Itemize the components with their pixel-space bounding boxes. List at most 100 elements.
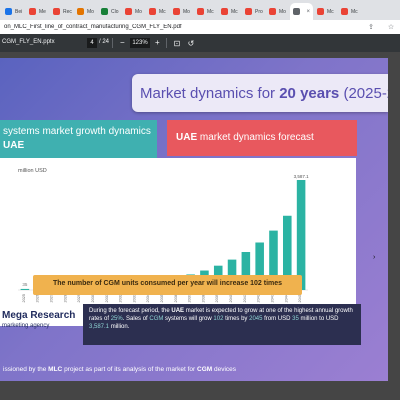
chart-data-label-first: 35	[22, 282, 28, 287]
browser-tab[interactable]: Mc×	[146, 3, 169, 20]
tab-label: Mc	[159, 8, 166, 15]
chart-tick-label: 2033	[132, 294, 136, 302]
tab-favicon-icon	[101, 8, 108, 15]
browser-tab[interactable]: Mc×	[218, 3, 241, 20]
chart-tick-label: 2025	[22, 294, 26, 302]
tab-favicon-icon	[317, 8, 324, 15]
zoom-input[interactable]: 123%	[130, 38, 150, 48]
tab-label: Mc	[231, 8, 238, 15]
chart-data-label-last: 3,587.1	[294, 174, 310, 179]
chart-tick-label: 2031	[105, 294, 109, 302]
chart-tick-label: 2027	[50, 294, 54, 302]
slide-page: Market dynamics for 20 years (2025-20 sy…	[0, 58, 388, 381]
address-bar[interactable]: on_MLC_First_line_of_contract_manufactur…	[0, 20, 400, 34]
chart-tick-label: 2043	[270, 294, 274, 302]
units-growth-banner-text: The number of CGM units consumed per yea…	[52, 280, 283, 287]
browser-tab[interactable]: Me×	[26, 3, 49, 20]
tab-close-icon[interactable]: ×	[306, 9, 310, 15]
page-total: / 24	[99, 39, 110, 45]
chart-bar	[20, 288, 30, 290]
mega-research-logo: Mega Research marketing agency	[0, 304, 80, 349]
tab-favicon-icon	[173, 8, 180, 15]
logo-name: Mega Research	[2, 310, 76, 321]
browser-tab[interactable]: Rec×	[50, 3, 73, 20]
mouse-cursor-icon: ›	[373, 254, 376, 261]
browser-tab[interactable]: Mo×	[122, 3, 145, 20]
browser-tab[interactable]: Bei×	[2, 3, 25, 20]
chart-tick-label: 2029	[77, 294, 81, 302]
chart-tick-label: 2028	[63, 294, 67, 302]
forecast-bar-chart: million USD 2025 2026 2027 2028 2029 2030 2031 2…	[18, 168, 310, 302]
tab-favicon-icon	[245, 8, 252, 15]
tab-label: Bei	[15, 8, 23, 15]
chart-tick-label: 2044	[284, 294, 288, 302]
tab-label: Mo	[87, 8, 94, 15]
tab-favicon-icon	[341, 8, 348, 15]
chart-tick-label: 2032	[119, 294, 123, 302]
toolbar-divider	[166, 38, 167, 48]
browser-tab-strip: Bei×Me×Rec×Mo×Clo×Mo×Mc×Mo×Mc×Mc×Pro×Mo×…	[0, 0, 400, 20]
pdf-filename: CGM_FLY_EN.pptx	[2, 39, 55, 45]
logo-tagline: marketing agency	[2, 323, 50, 329]
slide-footer: issioned by the MLC project as part of i…	[3, 366, 237, 373]
chart-tick-label: 2038	[201, 294, 205, 302]
fit-page-icon[interactable]: ⊡	[172, 38, 182, 48]
browser-tab[interactable]: Clo×	[98, 3, 121, 20]
forecast-chart-card: million USD 2025 2026 2027 2028 2029 2030 2031 2…	[0, 158, 356, 326]
chart-tick-label: 2037	[188, 294, 192, 302]
tab-favicon-icon	[77, 8, 84, 15]
tab-label: Mc	[207, 8, 214, 15]
chart-tick-label: 2036	[174, 294, 178, 302]
chart-tick-label: 2041	[243, 294, 247, 302]
share-icon[interactable]: ⇪	[366, 22, 376, 32]
zoom-in-button[interactable]: +	[155, 38, 160, 47]
forecast-summary-box: During the forecast period, the UAE mark…	[83, 304, 361, 345]
chart-tick-label: 2030	[91, 294, 95, 302]
forecast-summary-text: During the forecast period, the UAE mark…	[89, 308, 353, 330]
market-growth-header-line2: UAE	[3, 140, 25, 151]
tab-favicon-icon	[269, 8, 276, 15]
browser-tab[interactable]: Pro×	[242, 3, 265, 20]
browser-tab[interactable]: Mc×	[338, 3, 361, 20]
chart-tick-label: 2040	[229, 294, 233, 302]
tab-label: Pro	[255, 8, 263, 15]
market-growth-header-line1: systems market growth dynamics	[3, 126, 151, 137]
forecast-header: UAE market dynamics forecast	[167, 120, 357, 156]
rotate-icon[interactable]: ↺	[186, 38, 196, 48]
tab-label: Mo	[279, 8, 286, 15]
toolbar-divider	[112, 38, 113, 48]
tab-label: Mc	[327, 8, 334, 15]
browser-tab[interactable]: Mc×	[194, 3, 217, 20]
page-number-input[interactable]: 4	[87, 38, 97, 48]
chart-tick-label: 2045	[298, 294, 302, 302]
address-title: on_MLC_First_line_of_contract_manufactur…	[4, 24, 182, 30]
tab-favicon-icon	[125, 8, 132, 15]
browser-tab[interactable]: Mo×	[266, 3, 289, 20]
tab-label: Rec	[63, 8, 72, 15]
tab-label: Mc	[351, 8, 358, 15]
tab-label: Mo	[135, 8, 142, 15]
tab-favicon-icon	[53, 8, 60, 15]
browser-tab[interactable]: ×	[290, 3, 313, 20]
browser-tab[interactable]: Mc×	[314, 3, 337, 20]
tab-favicon-icon	[5, 8, 12, 15]
browser-tab[interactable]: Mo×	[170, 3, 193, 20]
chart-bar	[296, 180, 306, 290]
star-icon[interactable]: ☆	[386, 22, 396, 32]
forecast-header-text: UAE market dynamics forecast	[176, 132, 314, 143]
tab-label: Me	[39, 8, 46, 15]
browser-tab[interactable]: Mo×	[74, 3, 97, 20]
chart-tick-label: 2034	[146, 294, 150, 302]
tab-label: Mo	[183, 8, 190, 15]
market-growth-header: systems market growth dynamics UAE	[0, 120, 157, 158]
chart-tick-label: 2042	[257, 294, 261, 302]
slide-title: Market dynamics for 20 years (2025-20	[140, 85, 388, 102]
zoom-out-button[interactable]: −	[120, 38, 125, 47]
tab-favicon-icon	[293, 8, 300, 15]
tab-label: Clo	[111, 8, 119, 15]
chart-tick-label: 2035	[160, 294, 164, 302]
tab-favicon-icon	[221, 8, 228, 15]
tab-favicon-icon	[149, 8, 156, 15]
slide-title-bar: Market dynamics for 20 years (2025-20	[132, 74, 388, 112]
units-growth-banner: The number of CGM units consumed per yea…	[33, 275, 302, 295]
